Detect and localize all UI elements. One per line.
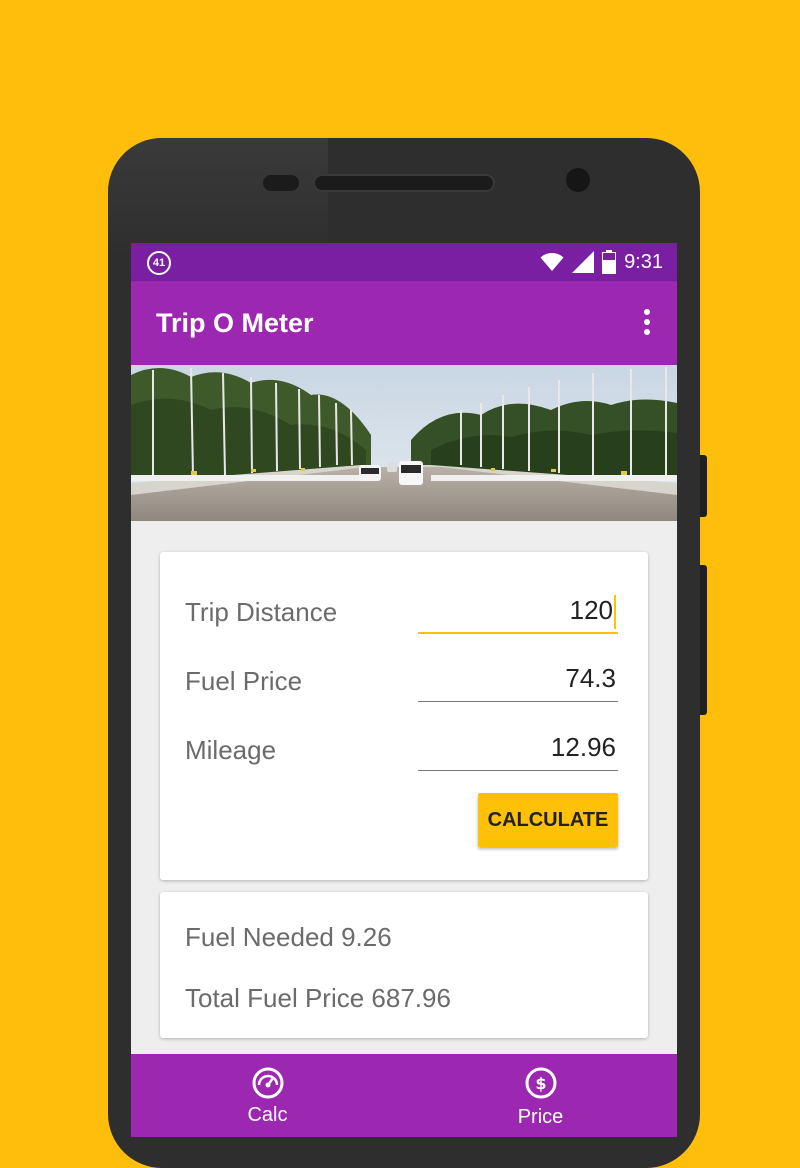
status-icons: 9:31 xyxy=(540,250,663,274)
fuel-price-label: Fuel Price xyxy=(185,666,303,696)
input-card: Trip Distance 120 Fuel Price 74.3 Mileag… xyxy=(160,552,648,880)
app-screen: 41 9:31 Trip O Meter Trip Distance 120 F… xyxy=(131,243,677,1137)
fuel-price-input[interactable]: 74.3 xyxy=(418,660,618,702)
notification-badge: 41 xyxy=(147,251,171,275)
more-vertical-icon[interactable] xyxy=(643,309,651,337)
volume-button xyxy=(700,565,707,715)
signal-icon xyxy=(572,251,595,273)
dollar-icon: $ xyxy=(525,1067,556,1099)
trip-distance-label: Trip Distance xyxy=(185,597,338,627)
banner-image xyxy=(131,365,677,521)
front-camera xyxy=(566,168,590,192)
fuel-needed-text: Fuel Needed 9.26 xyxy=(185,922,392,952)
power-button xyxy=(700,455,707,517)
total-fuel-price-text: Total Fuel Price 687.96 xyxy=(185,983,451,1013)
nav-label-calc: Calc xyxy=(247,1104,288,1126)
nav-label-price: Price xyxy=(517,1106,564,1128)
phone-sensor xyxy=(263,175,299,191)
trip-distance-input[interactable]: 120 xyxy=(418,592,618,634)
svg-text:$: $ xyxy=(535,1074,546,1093)
mileage-label: Mileage xyxy=(185,735,277,765)
mileage-input[interactable]: 12.96 xyxy=(418,729,618,771)
text-cursor xyxy=(614,595,616,630)
bottom-navigation: Calc $ Price xyxy=(131,1054,677,1137)
nav-item-calc[interactable]: Calc xyxy=(131,1054,404,1137)
app-title: Trip O Meter xyxy=(156,308,314,338)
road-photo xyxy=(131,365,677,521)
status-bar: 41 9:31 xyxy=(131,243,677,281)
phone-speaker xyxy=(313,174,495,192)
calculate-button[interactable]: CALCULATE xyxy=(478,793,618,847)
status-time: 9:31 xyxy=(624,250,663,273)
nav-item-price[interactable]: $ Price xyxy=(404,1054,677,1137)
wifi-icon xyxy=(540,253,564,271)
result-card: Fuel Needed 9.26 Total Fuel Price 687.96 xyxy=(160,892,648,1038)
speedometer-icon xyxy=(252,1067,283,1099)
phone-highlight xyxy=(108,138,328,258)
app-bar: Trip O Meter xyxy=(131,281,677,365)
battery-icon xyxy=(602,250,617,274)
